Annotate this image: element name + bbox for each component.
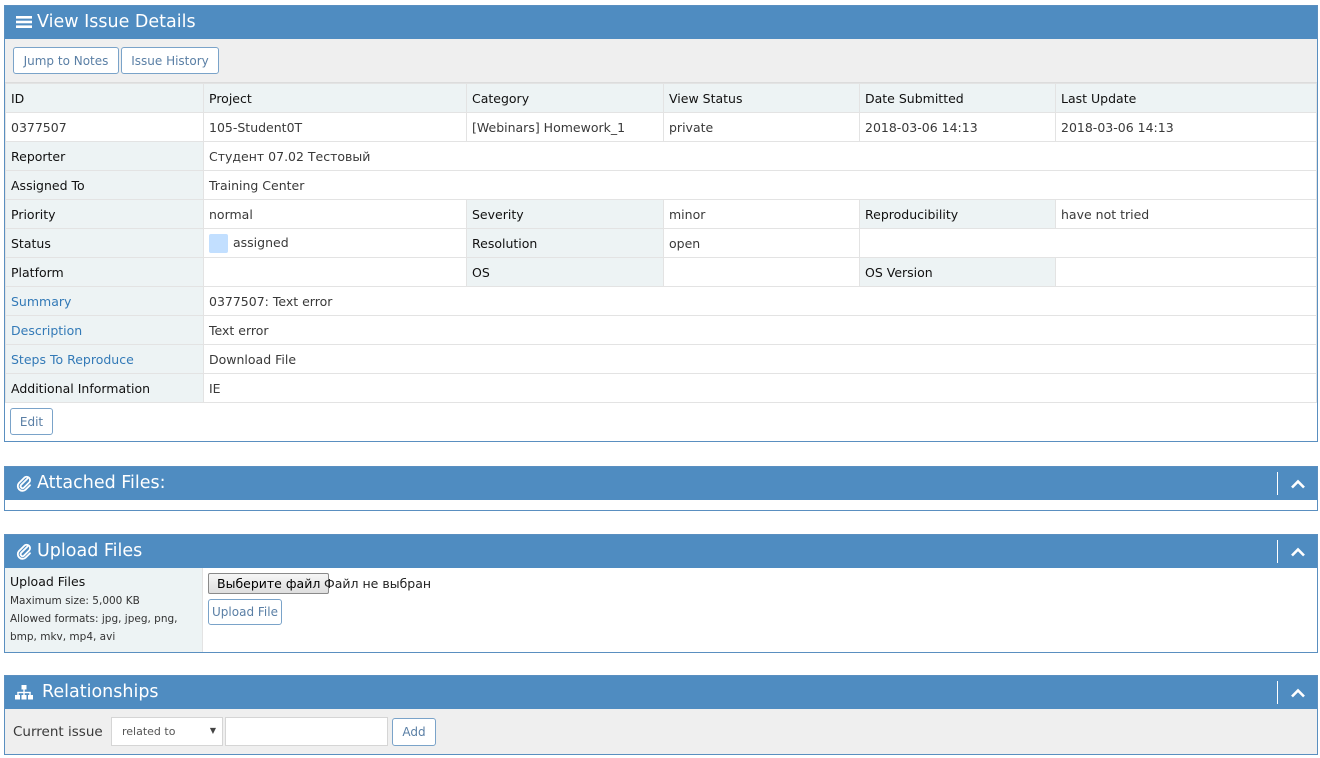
issue-view-status: private: [663, 112, 860, 142]
relationships-header: Relationships: [5, 676, 1317, 709]
table-row: Reporter Студент 07.02 Тестовый: [5, 141, 1317, 171]
upload-label-cell: Upload Files Maximum size: 5,000 KB Allo…: [5, 568, 203, 652]
header-category: Category: [466, 83, 664, 113]
header-project: Project: [203, 83, 467, 113]
os-label: OS: [466, 257, 664, 287]
steps-label: Steps To Reproduce: [5, 344, 204, 374]
caret-down-icon: ▼: [209, 726, 216, 735]
attached-files-title: Attached Files:: [37, 473, 166, 493]
related-issue-input[interactable]: [225, 717, 388, 746]
upload-files-widget: Upload Files Upload Files Maximum size: …: [4, 534, 1318, 653]
reproducibility-label: Reproducibility: [859, 199, 1056, 229]
platform-value: [203, 257, 467, 287]
additional-info-label: Additional Information: [5, 373, 204, 403]
upload-label: Upload Files: [10, 574, 86, 589]
edit-bar: Edit: [5, 403, 1317, 441]
reporter-value: Студент 07.02 Тестовый: [203, 141, 1317, 171]
no-file-text: Файл не выбран: [324, 576, 432, 591]
steps-value: Download File: [203, 344, 1317, 374]
summary-label: Summary: [5, 286, 204, 316]
priority-label: Priority: [5, 199, 204, 229]
upload-files-title: Upload Files: [37, 541, 143, 561]
empty-cell: [859, 228, 1317, 258]
allowed-formats-text: Allowed formats: jpg, jpeg, png, bmp, mk…: [10, 613, 178, 643]
priority-value: normal: [203, 199, 467, 229]
chevron-up-icon: [1290, 479, 1305, 488]
bars-icon: [15, 13, 33, 31]
description-label: Description: [5, 315, 204, 345]
table-row: Description Text error: [5, 315, 1317, 345]
table-row: Steps To Reproduce Download File: [5, 344, 1317, 374]
status-color-swatch: [209, 233, 228, 253]
relationships-title: Relationships: [42, 682, 159, 702]
table-row: Priority normal Severity minor Reproduci…: [5, 199, 1317, 229]
upload-file-button[interactable]: Upload File: [208, 599, 282, 625]
table-row: 0377507 105-Student0T [Webinars] Homewor…: [5, 112, 1317, 142]
os-version-value: [1055, 257, 1317, 287]
resolution-label: Resolution: [466, 228, 664, 258]
issue-details-widget: View Issue Details Jump to Notes Issue H…: [4, 5, 1318, 442]
issue-details-table: ID Project Category View Status Date Sub…: [5, 83, 1317, 403]
severity-value: minor: [663, 199, 860, 229]
table-row: Assigned To Training Center: [5, 170, 1317, 200]
paperclip-icon: [15, 542, 33, 560]
collapse-relationships-button[interactable]: [1277, 681, 1317, 704]
assigned-to-label: Assigned To: [5, 170, 204, 200]
status-label: Status: [5, 228, 204, 258]
collapse-upload-button[interactable]: [1277, 540, 1317, 563]
reporter-label: Reporter: [5, 141, 204, 171]
table-row: Status assigned Resolution open: [5, 228, 1317, 258]
issue-toolbar: Jump to Notes Issue History: [5, 39, 1317, 83]
issue-details-title: View Issue Details: [37, 12, 196, 32]
header-last-update: Last Update: [1055, 83, 1317, 113]
issue-details-header: View Issue Details: [5, 6, 1317, 39]
chevron-up-icon: [1290, 547, 1305, 556]
header-id: ID: [5, 83, 204, 113]
issue-category: [Webinars] Homework_1: [466, 112, 664, 142]
header-view-status: View Status: [663, 83, 860, 113]
relationship-form: Current issue related to ▼ Add: [5, 709, 1317, 754]
sitemap-icon: [15, 683, 33, 701]
add-relationship-button[interactable]: Add: [392, 718, 436, 746]
status-value: assigned: [233, 234, 289, 250]
choose-file-button[interactable]: Выберите файл: [208, 573, 330, 594]
relationship-type-select[interactable]: related to ▼: [111, 717, 223, 746]
chevron-up-icon: [1290, 688, 1305, 697]
platform-label: Platform: [5, 257, 204, 287]
collapse-attached-button[interactable]: [1277, 472, 1317, 495]
summary-value: 0377507: Text error: [203, 286, 1317, 316]
additional-info-value: IE: [203, 373, 1317, 403]
paperclip-icon: [15, 474, 33, 492]
header-date-submitted: Date Submitted: [859, 83, 1056, 113]
status-value-cell: assigned: [203, 228, 467, 258]
attached-files-widget: Attached Files:: [4, 466, 1318, 511]
upload-files-header: Upload Files: [5, 535, 1317, 568]
relationships-widget: Relationships Current issue related to ▼…: [4, 675, 1318, 755]
table-row: Summary 0377507: Text error: [5, 286, 1317, 316]
upload-body: Выберите файл Файл не выбран Upload File: [203, 568, 1317, 652]
severity-label: Severity: [466, 199, 664, 229]
issue-last-update: 2018-03-06 14:13: [1055, 112, 1317, 142]
issue-project: 105-Student0T: [203, 112, 467, 142]
upload-row: Upload Files Maximum size: 5,000 KB Allo…: [5, 568, 1317, 652]
max-size-text: Maximum size: 5,000 KB: [10, 595, 140, 607]
issue-history-button[interactable]: Issue History: [121, 47, 219, 74]
table-header-row: ID Project Category View Status Date Sub…: [5, 83, 1317, 113]
jump-to-notes-button[interactable]: Jump to Notes: [13, 47, 119, 74]
issue-date-submitted: 2018-03-06 14:13: [859, 112, 1056, 142]
current-issue-label: Current issue: [13, 724, 103, 740]
table-row: Platform OS OS Version: [5, 257, 1317, 287]
attached-files-header: Attached Files:: [5, 467, 1317, 500]
edit-button[interactable]: Edit: [10, 408, 53, 435]
issue-id: 0377507: [5, 112, 204, 142]
os-value: [663, 257, 860, 287]
resolution-value: open: [663, 228, 860, 258]
reproducibility-value: have not tried: [1055, 199, 1317, 229]
relationship-type-value: related to: [122, 725, 176, 738]
os-version-label: OS Version: [859, 257, 1056, 287]
table-row: Additional Information IE: [5, 373, 1317, 403]
description-value: Text error: [203, 315, 1317, 345]
assigned-to-value: Training Center: [203, 170, 1317, 200]
